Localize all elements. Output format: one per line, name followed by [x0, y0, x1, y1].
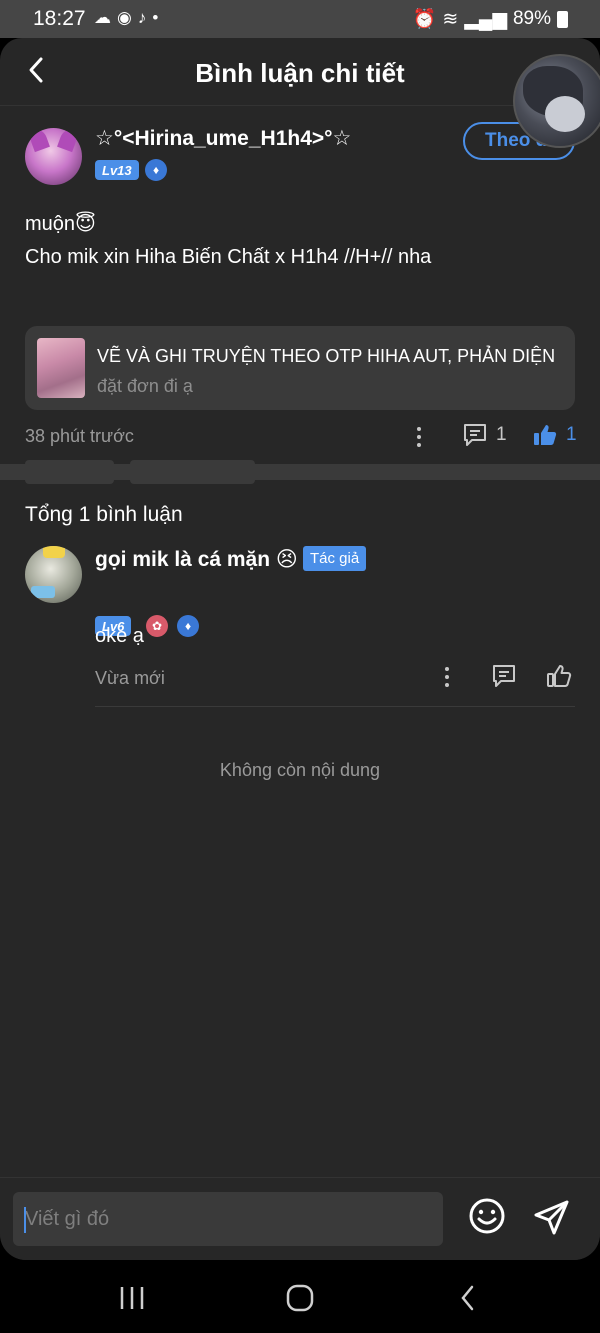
reply-separator: [95, 706, 575, 707]
reply-total: Tổng 1 bình luận: [25, 503, 183, 526]
reply-icon: [493, 665, 515, 687]
system-back-button[interactable]: [448, 1278, 488, 1318]
emoji-button[interactable]: [467, 1196, 507, 1236]
alarm-icon: ⏰: [412, 9, 437, 30]
reply-time: Vừa mới: [95, 668, 165, 688]
system-icons: ⏰ ≋ ▂▄▆ 89%: [413, 7, 568, 31]
tiktok-icon: ♪: [137, 8, 147, 27]
avatar-frame-tag: [31, 586, 55, 598]
reply-text: oke ạ: [95, 625, 144, 647]
battery-level: 89%: [512, 8, 551, 29]
home-icon: [286, 1284, 314, 1312]
comment-input[interactable]: [13, 1192, 443, 1246]
wifi-icon: ≋: [442, 8, 459, 30]
top-bar: Bình luận chi tiết: [0, 38, 600, 106]
avatar-face-shape: [545, 96, 585, 132]
avatar-frame-decoration: [43, 546, 65, 558]
reply-icon: [464, 424, 486, 446]
end-of-list-label: Không còn nội dung: [219, 760, 381, 780]
send-button[interactable]: [531, 1196, 573, 1238]
signal-icon: ▂▄▆: [464, 8, 507, 30]
flame-badge-icon: ♦: [145, 159, 167, 181]
section-divider: [0, 464, 600, 480]
send-icon: [534, 1200, 569, 1235]
flame-badge-icon: ♦: [177, 615, 199, 637]
status-time: 18:27: [33, 7, 86, 30]
weather-icon: ☁: [94, 8, 111, 27]
like-button[interactable]: 1: [532, 422, 577, 448]
like-count: 1: [566, 424, 577, 445]
comment-line-1: muộn😇: [25, 213, 96, 235]
reply-author-avatar[interactable]: [25, 546, 82, 603]
battery-icon: [557, 10, 568, 28]
story-title: VẼ VÀ GHI TRUYỆN THEO OTP HIHA AUT, PHẢN…: [97, 346, 556, 366]
status-bar: 18:27 ☁ ◉ ♪ • ⏰ ≋ ▂▄▆ 89%: [0, 0, 600, 38]
comment-time: 38 phút trước: [25, 426, 134, 446]
more-options-button[interactable]: [409, 422, 429, 452]
floating-avatar-bubble[interactable]: [513, 54, 600, 148]
avatar-ear-left: [28, 128, 50, 153]
reply-more-options-button[interactable]: [437, 662, 457, 692]
thumbs-up-filled-icon: [534, 425, 557, 445]
author-avatar[interactable]: [25, 128, 82, 185]
smiley-icon: [469, 1198, 505, 1234]
home-button[interactable]: [280, 1278, 320, 1318]
reply-reply-button[interactable]: [491, 663, 517, 689]
comment-composer: [0, 1177, 600, 1260]
system-navigation-bar: [0, 1260, 600, 1333]
story-subtitle: đặt đơn đi ạ: [97, 376, 193, 396]
linked-story-card[interactable]: VẼ VÀ GHI TRUYỆN THEO OTP HIHA AUT, PHẢN…: [25, 326, 575, 410]
reply-button[interactable]: 1: [462, 422, 507, 448]
messenger-icon: ◉: [117, 8, 132, 27]
recent-apps-icon: [120, 1287, 144, 1309]
story-thumbnail: [37, 338, 85, 398]
recent-apps-button[interactable]: [112, 1278, 152, 1318]
reply-count: 1: [496, 424, 507, 445]
more-notifications-icon: •: [152, 8, 159, 27]
bunny-badge-icon: ✿: [146, 615, 168, 637]
notification-icons: ☁ ◉ ♪ •: [94, 8, 158, 28]
avatar-ear-right: [57, 128, 79, 153]
reply-author-name[interactable]: gọi mik là cá mặn 😣: [95, 547, 298, 572]
text-cursor: [24, 1207, 26, 1233]
author-name[interactable]: ☆°<Hirina_ume_H1h4>°☆: [95, 126, 351, 151]
thumbs-up-outline-icon: [547, 665, 572, 687]
comment-line-2: Cho mik xin Hiha Biến Chất x H1h4 //H+//…: [25, 246, 432, 268]
chevron-left-icon: [461, 1285, 474, 1311]
comment-detail-screen: Bình luận chi tiết ☆°<Hirina_ume_H1h4>°☆…: [0, 38, 600, 1260]
comment-body: muộn😇 Cho mik xin Hiha Biến Chất x H1h4 …: [25, 208, 431, 274]
page-title: Bình luận chi tiết: [195, 58, 405, 88]
reply-like-button[interactable]: [546, 663, 572, 689]
author-badge: Tác giả: [303, 546, 367, 571]
level-badge: Lv13: [95, 160, 139, 180]
